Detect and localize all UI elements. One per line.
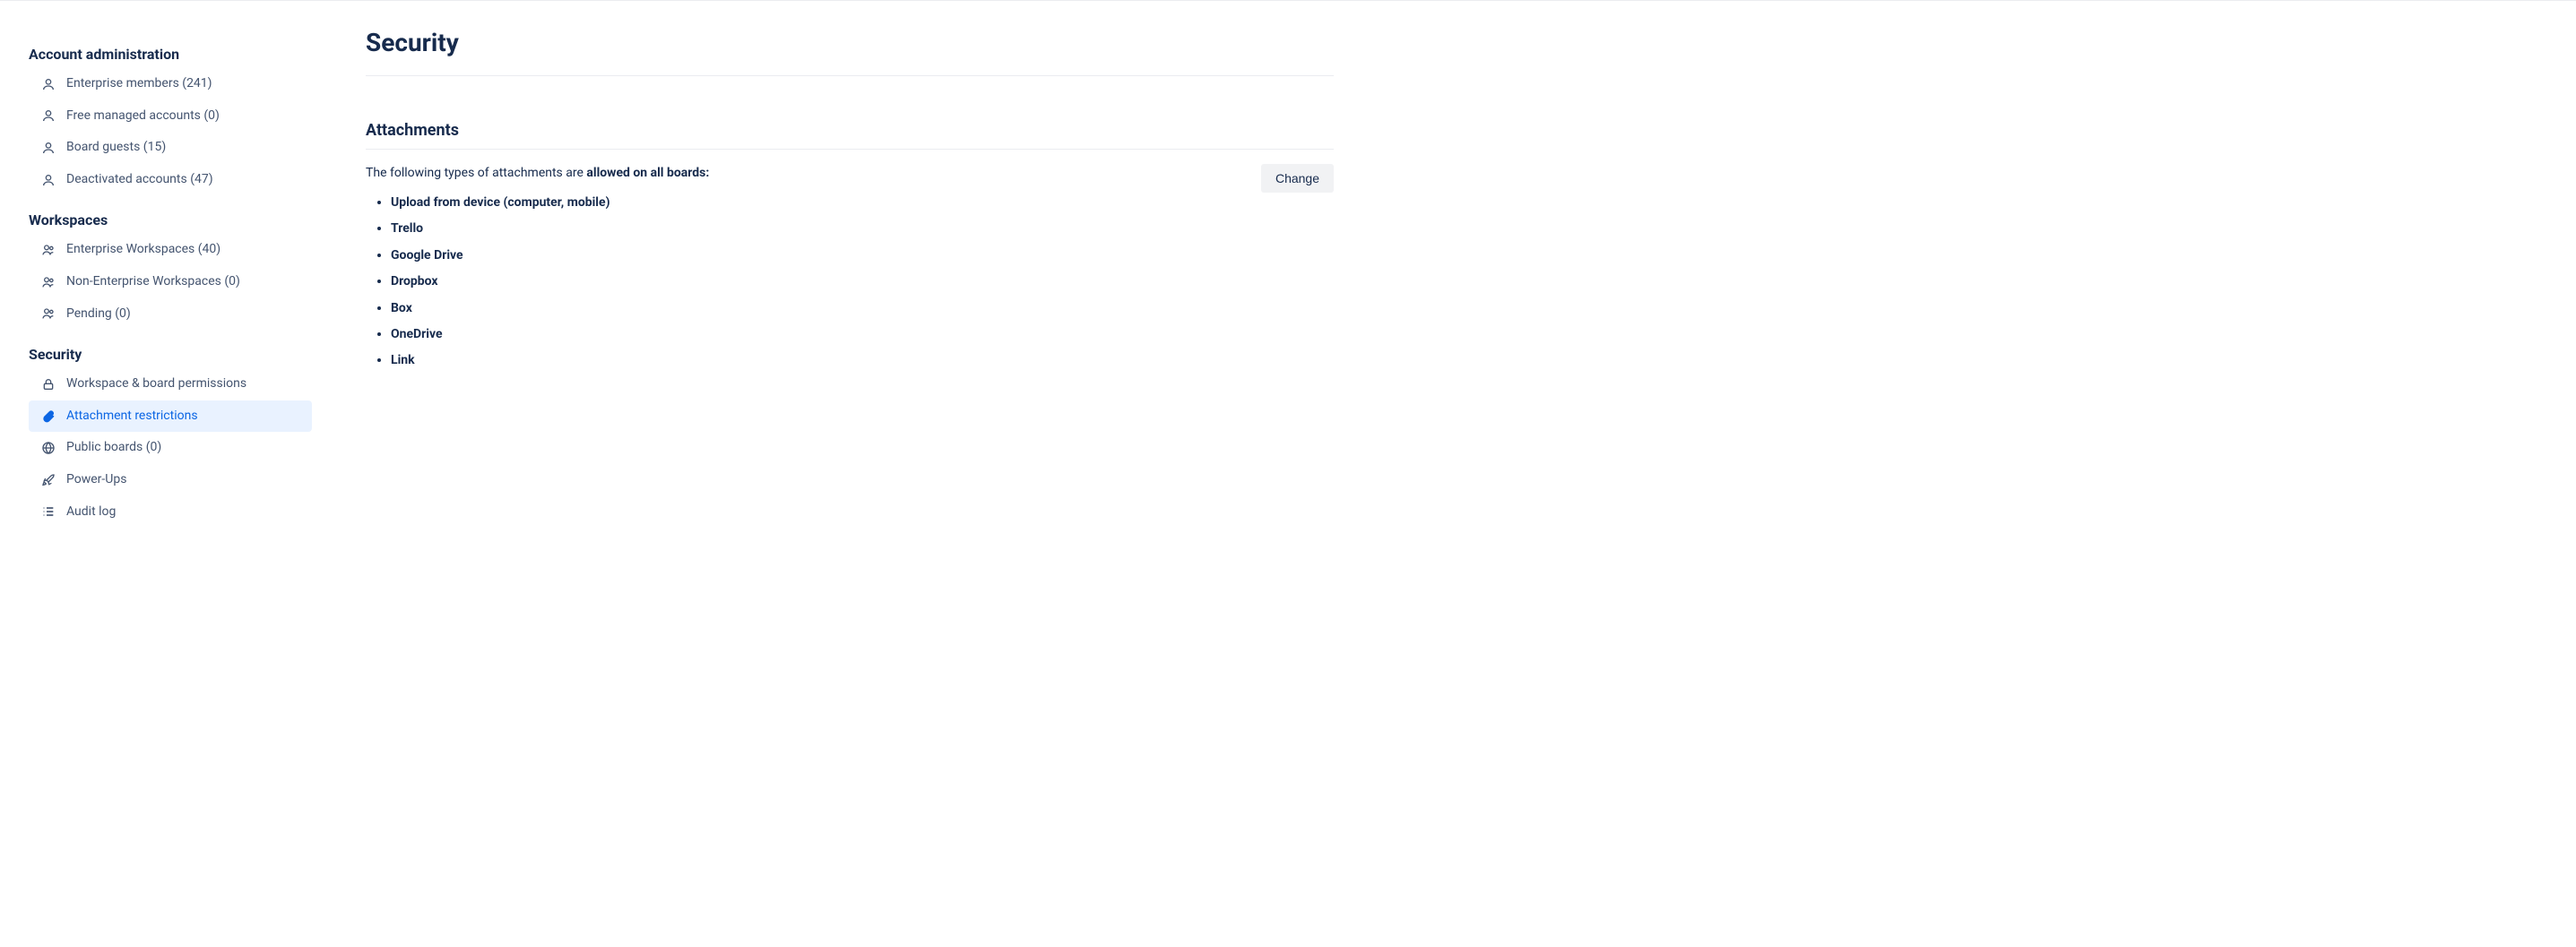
sidebar-section-security: Security (0, 340, 321, 368)
people-icon (41, 275, 56, 289)
person-icon (41, 141, 56, 155)
sidebar-item-pending[interactable]: Pending (0) (29, 298, 312, 331)
attachments-section-title: Attachments (366, 121, 1334, 150)
sidebar-item-free-managed-accounts[interactable]: Free managed accounts (0) (29, 100, 312, 133)
lock-icon (41, 377, 56, 392)
sidebar-item-enterprise-workspaces[interactable]: Enterprise Workspaces (40) (29, 234, 312, 266)
person-icon (41, 108, 56, 123)
sidebar: Account administration Enterprise member… (0, 1, 321, 947)
sidebar-item-label: Enterprise members (241) (66, 75, 212, 93)
main-content: Security Attachments The following types… (321, 1, 1379, 947)
rocket-icon (41, 473, 56, 487)
sidebar-item-label: Public boards (0) (66, 439, 161, 457)
sidebar-item-board-guests[interactable]: Board guests (15) (29, 132, 312, 164)
person-icon (41, 77, 56, 91)
sidebar-item-workspace-board-permissions[interactable]: Workspace & board permissions (29, 368, 312, 400)
page-title: Security (366, 28, 1334, 76)
sidebar-item-audit-log[interactable]: Audit log (29, 496, 312, 529)
sidebar-item-public-boards[interactable]: Public boards (0) (29, 432, 312, 464)
sidebar-item-non-enterprise-workspaces[interactable]: Non-Enterprise Workspaces (0) (29, 266, 312, 298)
list-icon (41, 504, 56, 519)
attachment-list-item: Google Drive (391, 243, 1240, 269)
attachment-list: Upload from device (computer, mobile) Tr… (366, 190, 1240, 374)
attachment-list-item: Link (391, 348, 1240, 374)
sidebar-item-label: Free managed accounts (0) (66, 108, 220, 125)
attachments-section: Attachments The following types of attac… (366, 121, 1334, 374)
attachments-intro: The following types of attachments are a… (366, 164, 1240, 183)
sidebar-item-label: Workspace & board permissions (66, 375, 246, 393)
sidebar-item-label: Non-Enterprise Workspaces (0) (66, 273, 240, 291)
sidebar-item-label: Audit log (66, 504, 116, 521)
attachments-intro-strong: allowed on all boards: (586, 166, 709, 180)
attachment-list-item: Dropbox (391, 269, 1240, 295)
people-icon (41, 306, 56, 321)
sidebar-item-enterprise-members[interactable]: Enterprise members (241) (29, 68, 312, 100)
sidebar-item-label: Board guests (15) (66, 139, 166, 157)
sidebar-item-deactivated-accounts[interactable]: Deactivated accounts (47) (29, 164, 312, 196)
sidebar-item-label: Power-Ups (66, 471, 126, 489)
sidebar-section-account-admin: Account administration (0, 40, 321, 68)
people-icon (41, 243, 56, 257)
attachment-list-item: Trello (391, 216, 1240, 242)
sidebar-section-workspaces: Workspaces (0, 206, 321, 234)
attachment-list-item: OneDrive (391, 322, 1240, 348)
sidebar-item-power-ups[interactable]: Power-Ups (29, 464, 312, 496)
attachment-icon (41, 409, 56, 424)
sidebar-item-label: Pending (0) (66, 306, 131, 323)
sidebar-item-label: Deactivated accounts (47) (66, 171, 213, 189)
globe-icon (41, 441, 56, 455)
sidebar-item-label: Enterprise Workspaces (40) (66, 241, 220, 259)
attachments-intro-prefix: The following types of attachments are (366, 166, 586, 180)
sidebar-item-attachment-restrictions[interactable]: Attachment restrictions (29, 400, 312, 433)
change-button[interactable]: Change (1261, 164, 1334, 193)
attachment-list-item: Box (391, 296, 1240, 322)
person-icon (41, 173, 56, 187)
attachment-list-item: Upload from device (computer, mobile) (391, 190, 1240, 216)
sidebar-item-label: Attachment restrictions (66, 408, 198, 426)
